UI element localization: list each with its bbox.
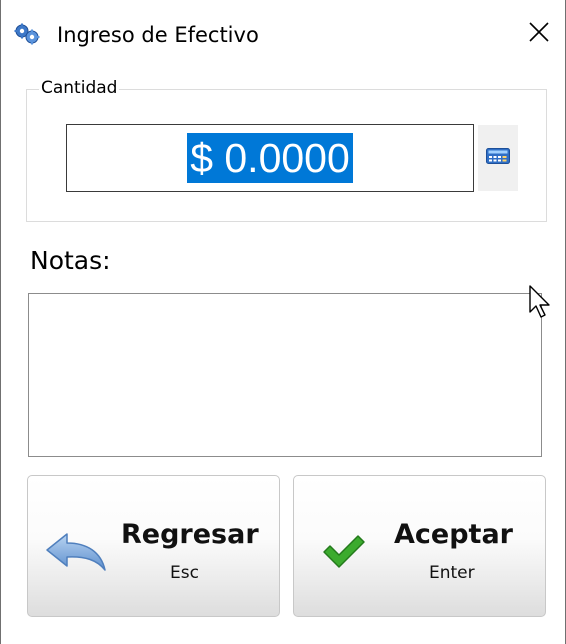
accept-button-shortcut: Enter bbox=[429, 563, 475, 583]
cash-in-dialog: Ingreso de Efectivo Cantidad $ 0.0000 No… bbox=[0, 0, 566, 644]
amount-group: Cantidad $ 0.0000 bbox=[26, 78, 547, 222]
accept-button[interactable]: Aceptar Enter bbox=[293, 475, 546, 617]
mouse-cursor-icon bbox=[529, 285, 551, 324]
close-button[interactable] bbox=[517, 14, 561, 54]
notes-textarea[interactable] bbox=[28, 293, 542, 457]
notes-label: Notas: bbox=[30, 246, 111, 275]
back-button-label: Regresar bbox=[121, 519, 259, 550]
close-icon bbox=[528, 21, 550, 48]
amount-input[interactable]: $ 0.0000 bbox=[66, 124, 474, 192]
checkmark-icon bbox=[322, 534, 366, 575]
calculator-icon bbox=[486, 147, 510, 169]
window-title: Ingreso de Efectivo bbox=[57, 23, 259, 47]
title-bar: Ingreso de Efectivo bbox=[1, 0, 565, 66]
amount-group-label: Cantidad bbox=[39, 78, 120, 98]
dialog-body: Cantidad $ 0.0000 Notas: Regresar Esc Ac… bbox=[1, 66, 565, 644]
gears-icon bbox=[14, 23, 40, 45]
back-button[interactable]: Regresar Esc bbox=[27, 475, 280, 617]
back-arrow-icon bbox=[45, 530, 109, 579]
amount-value: $ 0.0000 bbox=[187, 133, 353, 183]
back-button-shortcut: Esc bbox=[170, 563, 199, 583]
calculator-button[interactable] bbox=[478, 125, 518, 191]
accept-button-label: Aceptar bbox=[394, 519, 513, 550]
